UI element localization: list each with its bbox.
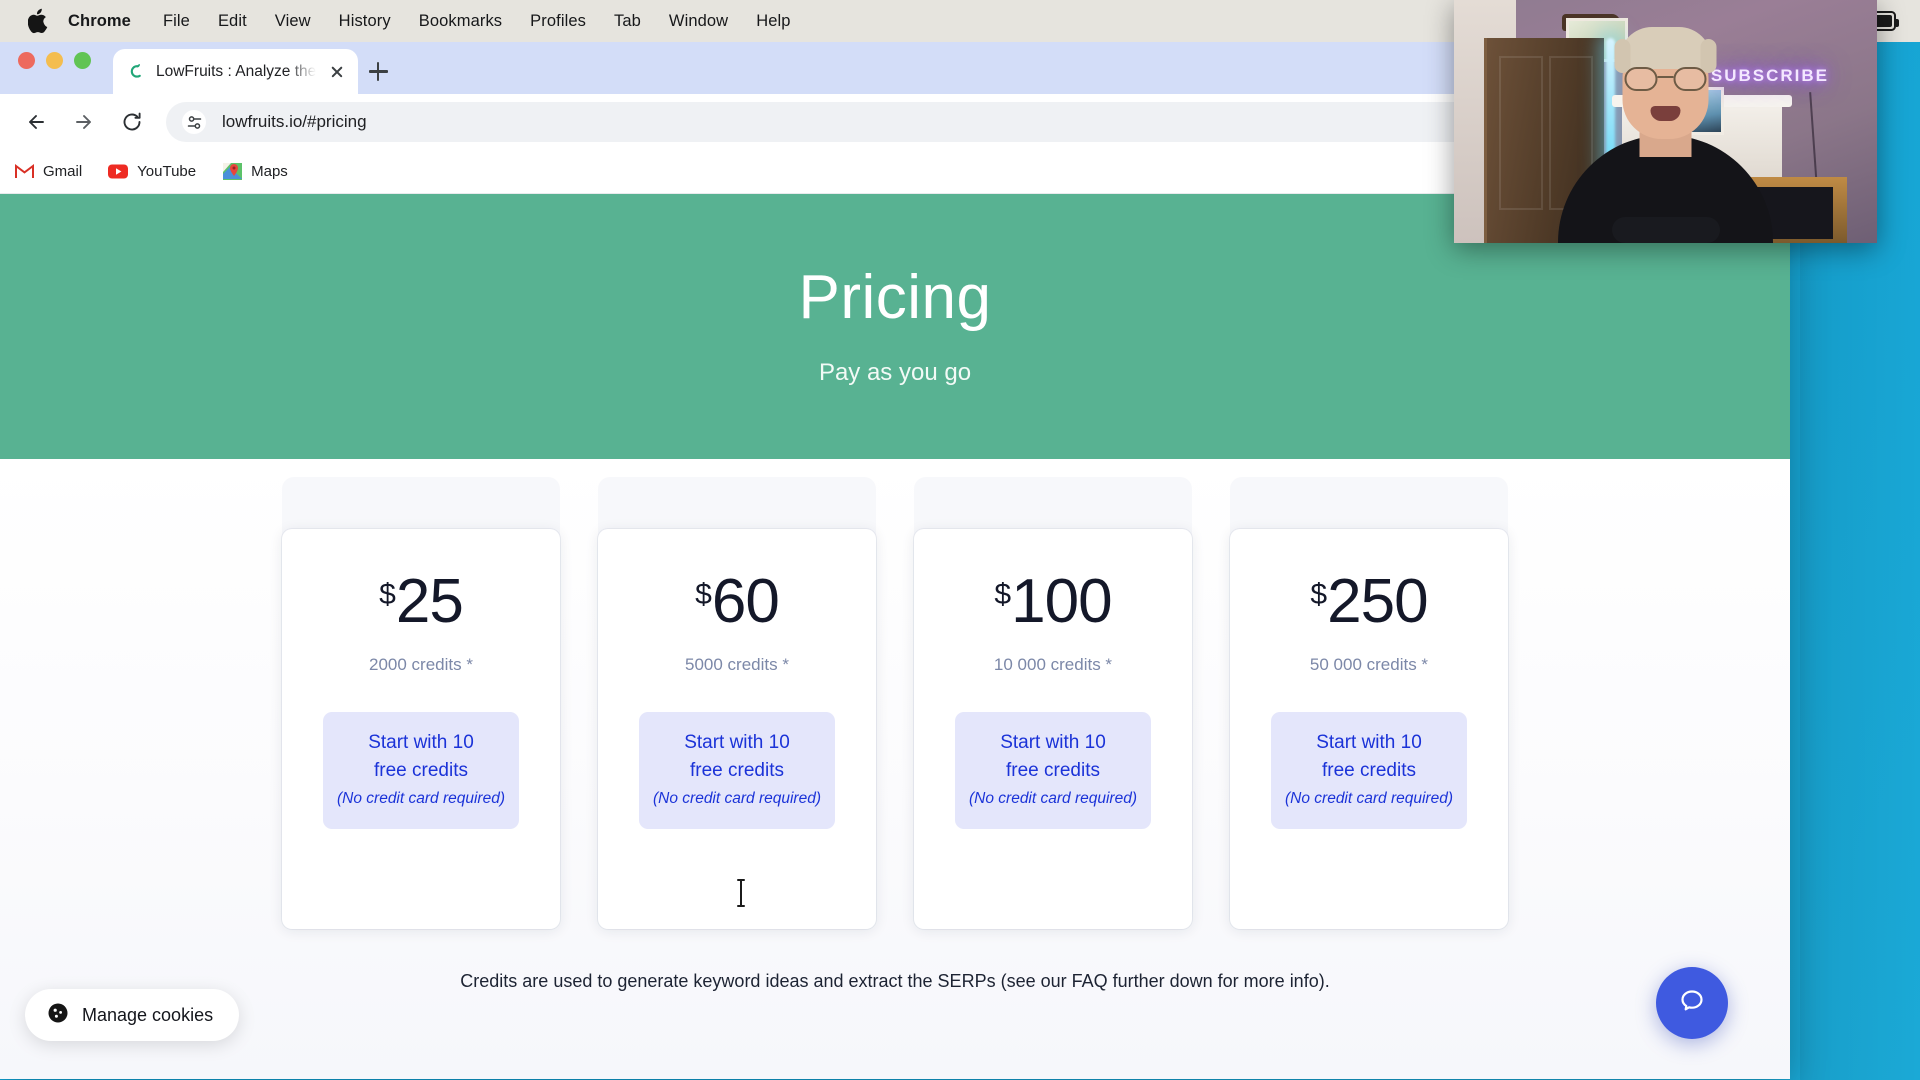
menu-item-view[interactable]: View [261, 12, 325, 31]
cta-line-2: free credits [1006, 759, 1100, 781]
pricing-cards: $ 25 2000 credits * Start with 10 free c… [0, 529, 1790, 929]
forward-arrow-icon[interactable] [62, 100, 106, 144]
pricing-card: $ 250 50 000 credits * Start with 10 fre… [1230, 529, 1508, 929]
plan-credits: 10 000 credits * [993, 655, 1113, 674]
pricing-card: $ 100 10 000 credits * Start with 10 fre… [914, 529, 1192, 929]
chat-bubble-icon [1676, 985, 1708, 1022]
apple-logo-icon[interactable] [28, 8, 50, 34]
plan-price: $ 60 [695, 567, 780, 636]
menu-item-history[interactable]: History [325, 12, 405, 31]
cta-line-2: free credits [690, 759, 784, 781]
bookmark-label: YouTube [137, 163, 197, 180]
cta-line-2: free credits [1322, 759, 1416, 781]
plan-price: $ 100 [994, 567, 1112, 636]
menu-item-bookmarks[interactable]: Bookmarks [405, 12, 516, 31]
menu-item-tab[interactable]: Tab [600, 12, 655, 31]
plan-credits: 5000 credits * [685, 655, 789, 674]
minimize-window-button[interactable] [46, 51, 63, 69]
presenter-glasses [1624, 67, 1707, 91]
pricing-card: $ 60 5000 credits * Start with 10 free c… [598, 529, 876, 929]
pricing-cards-section: $ 25 2000 credits * Start with 10 free c… [0, 459, 1790, 1079]
menu-item-file[interactable]: File [149, 12, 204, 31]
cta-line-1: Start with 10 [684, 732, 790, 753]
plan-price: $ 25 [379, 567, 464, 636]
maximize-window-button[interactable] [74, 51, 91, 69]
youtube-icon [108, 162, 129, 182]
reload-icon[interactable] [110, 100, 154, 144]
plan-price: $ 250 [1310, 567, 1428, 636]
menu-item-help[interactable]: Help [742, 12, 804, 31]
cta-line-1: Start with 10 [1316, 732, 1422, 753]
google-maps-icon [222, 162, 242, 182]
close-tab-button[interactable] [326, 61, 348, 83]
web-page-content: Pricing Pay as you go $ 25 2000 credits … [0, 194, 1790, 1079]
bookmark-label: Maps [251, 163, 288, 180]
presenter-hair [1614, 27, 1717, 73]
start-free-credits-button[interactable]: Start with 10 free credits (No credit ca… [323, 712, 519, 830]
currency-symbol: $ [379, 578, 396, 611]
currency-symbol: $ [695, 578, 712, 611]
currency-symbol: $ [994, 578, 1011, 611]
cta-line-1: Start with 10 [1000, 732, 1106, 753]
price-amount: 25 [395, 567, 464, 636]
cookie-icon [47, 1002, 69, 1029]
window-controls [18, 42, 91, 94]
presenter-webcam-overlay: SUBSCRIBE [1454, 0, 1877, 243]
bookmark-youtube[interactable]: YouTube [108, 162, 196, 182]
cta-note: (No credit card required) [337, 790, 505, 808]
credits-footnote: Credits are used to generate keyword ide… [460, 971, 1330, 991]
address-bar-url: lowfruits.io/#pricing [222, 112, 367, 131]
start-free-credits-button[interactable]: Start with 10 free credits (No credit ca… [1271, 712, 1467, 830]
lowfruits-leaf-icon [127, 62, 146, 81]
new-tab-button[interactable] [358, 49, 398, 94]
price-amount: 250 [1327, 567, 1428, 636]
close-window-button[interactable] [18, 51, 35, 69]
page-title: Pricing [798, 262, 992, 332]
currency-symbol: $ [1310, 578, 1327, 611]
screen: Chrome File Edit View History Bookmarks … [0, 0, 1920, 1080]
pricing-card: $ 25 2000 credits * Start with 10 free c… [282, 529, 560, 929]
menu-item-edit[interactable]: Edit [204, 12, 261, 31]
start-free-credits-button[interactable]: Start with 10 free credits (No credit ca… [639, 712, 835, 830]
browser-tab-lowfruits[interactable]: LowFruits : Analyze the SERP [113, 49, 358, 94]
plan-credits: 50 000 credits * [1309, 655, 1429, 674]
bookmark-maps[interactable]: Maps [222, 162, 288, 182]
back-arrow-icon[interactable] [14, 100, 58, 144]
microphone [1611, 217, 1720, 243]
tab-title: LowFruits : Analyze the SERP [156, 62, 316, 80]
manage-cookies-button[interactable]: Manage cookies [25, 989, 240, 1041]
text-cursor [735, 877, 747, 909]
plan-credits: 2000 credits * [369, 655, 473, 674]
bookmark-label: Gmail [43, 163, 83, 180]
manage-cookies-label: Manage cookies [82, 1004, 214, 1025]
start-free-credits-button[interactable]: Start with 10 free credits (No credit ca… [955, 712, 1151, 830]
cta-line-1: Start with 10 [368, 732, 474, 753]
cta-note: (No credit card required) [969, 790, 1137, 808]
presenter-mouth [1650, 106, 1681, 121]
gmail-icon [14, 162, 34, 182]
price-amount: 100 [1011, 567, 1112, 636]
cta-line-2: free credits [374, 759, 468, 781]
webcam-room-scene: SUBSCRIBE [1454, 0, 1877, 243]
menu-item-profiles[interactable]: Profiles [516, 12, 600, 31]
menu-item-chrome[interactable]: Chrome [66, 12, 149, 31]
bookmark-gmail[interactable]: Gmail [14, 162, 82, 182]
page-subtitle: Pay as you go [818, 358, 972, 386]
price-amount: 60 [711, 567, 780, 636]
site-settings-tune-icon[interactable] [182, 110, 206, 134]
chat-support-button[interactable] [1656, 967, 1728, 1039]
menu-item-window[interactable]: Window [655, 12, 742, 31]
cta-note: (No credit card required) [653, 790, 821, 808]
cta-note: (No credit card required) [1285, 790, 1453, 808]
